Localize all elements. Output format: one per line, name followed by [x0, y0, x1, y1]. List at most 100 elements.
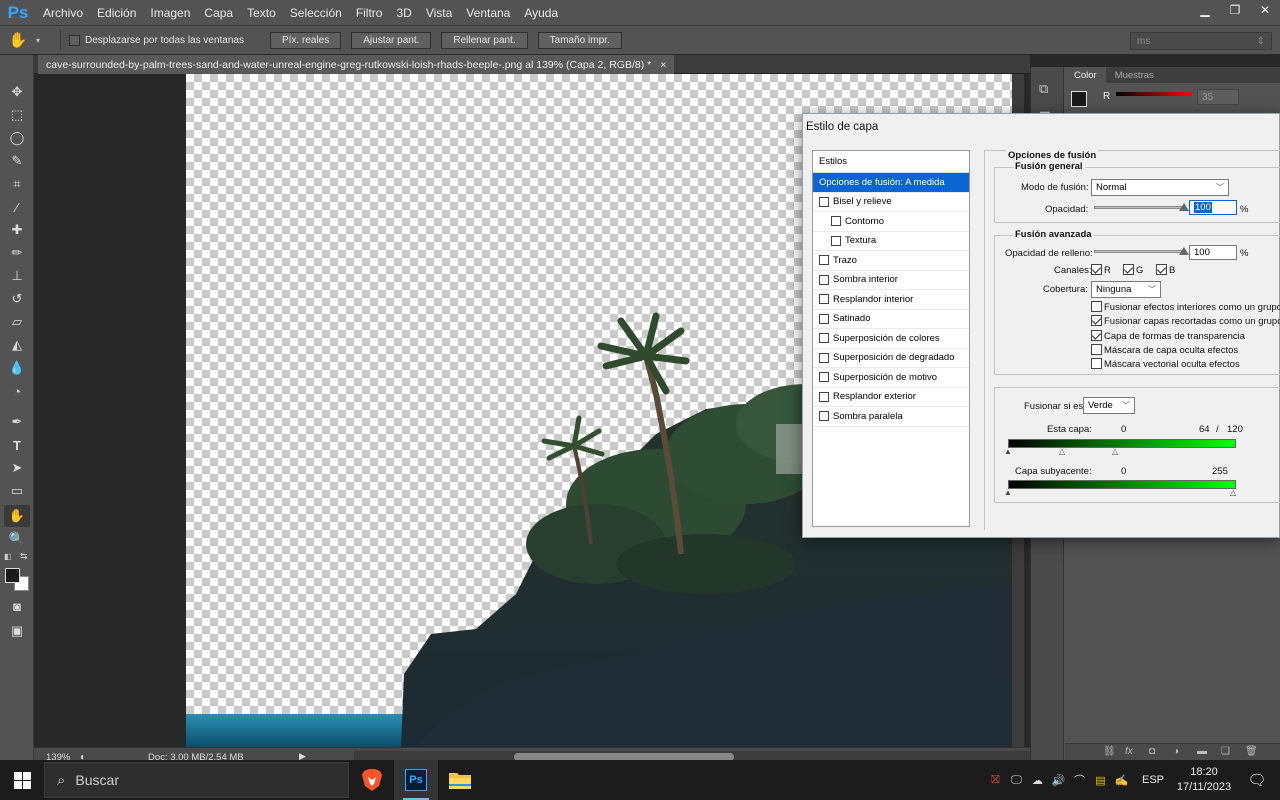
- workspace-select[interactable]: ms ⇕: [1130, 32, 1272, 50]
- style-item-11[interactable]: Resplandor exterior: [813, 388, 969, 407]
- file-explorer-icon[interactable]: [438, 760, 482, 800]
- this-layer-black-slider-icon[interactable]: ▲: [1004, 447, 1012, 456]
- rectangle-tool-icon[interactable]: ▭: [4, 480, 30, 502]
- style-checkbox-7[interactable]: [819, 313, 829, 324]
- menu-vista[interactable]: Vista: [419, 6, 459, 20]
- marquee-tool-icon[interactable]: ⬚: [4, 104, 30, 126]
- crop-tool-icon[interactable]: ⌗: [4, 173, 30, 195]
- quick-select-tool-icon[interactable]: ✎: [4, 150, 30, 172]
- opacity-slider-track[interactable]: [1094, 206, 1184, 209]
- menu-archivo[interactable]: Archivo: [36, 6, 90, 20]
- style-item-2[interactable]: Contorno: [813, 212, 969, 232]
- style-item-9[interactable]: Superposición de degradado: [813, 349, 969, 368]
- advanced-option-checkbox-0[interactable]: [1091, 301, 1102, 312]
- menu-texto[interactable]: Texto: [240, 6, 283, 20]
- healing-brush-tool-icon[interactable]: ✚: [4, 219, 30, 241]
- style-item-10[interactable]: Superposición de motivo: [813, 368, 969, 388]
- style-checkbox-4[interactable]: [819, 255, 829, 266]
- type-tool-icon[interactable]: T: [4, 434, 30, 456]
- style-checkbox-8[interactable]: [819, 333, 829, 344]
- eraser-tool-icon[interactable]: ▱: [4, 311, 30, 333]
- menu-seleccion[interactable]: Selección: [283, 6, 349, 20]
- panel-foreground-swatch[interactable]: [1071, 91, 1087, 107]
- style-item-8[interactable]: Superposición de colores: [813, 329, 969, 349]
- advanced-option-checkbox-2[interactable]: [1091, 329, 1102, 341]
- channel-r-checkbox[interactable]: [1091, 264, 1102, 275]
- underlying-gradient-bar[interactable]: [1008, 480, 1236, 489]
- style-checkbox-5[interactable]: [819, 274, 829, 285]
- minimize-icon[interactable]: ▁: [1190, 0, 1220, 20]
- brave-browser-icon[interactable]: [350, 760, 394, 800]
- option-button-1[interactable]: Ajustar pant.: [351, 31, 432, 49]
- style-item-6[interactable]: Resplandor interior: [813, 290, 969, 310]
- taskbar-clock[interactable]: 18:20 17/11/2023: [1174, 765, 1234, 795]
- paint-bucket-tool-icon[interactable]: ◭: [4, 334, 30, 356]
- fx-icon[interactable]: fx: [1125, 746, 1133, 757]
- display-tray-icon[interactable]: 🖵: [1006, 774, 1027, 787]
- style-checkbox-12[interactable]: [819, 411, 829, 422]
- foreground-color-swatch[interactable]: [5, 568, 20, 583]
- style-checkbox-1[interactable]: [819, 196, 829, 207]
- style-checkbox-3[interactable]: [831, 235, 841, 246]
- language-indicator[interactable]: ESP: [1142, 774, 1164, 786]
- fill-opacity-input[interactable]: 100: [1189, 245, 1237, 260]
- quick-mask-icon[interactable]: ◙: [4, 595, 30, 617]
- style-checkbox-6[interactable]: [819, 294, 829, 305]
- color-r-value[interactable]: 35: [1197, 89, 1239, 105]
- underlying-white-slider-icon[interactable]: △: [1230, 488, 1236, 497]
- default-colors-icon[interactable]: ◧: [4, 552, 12, 561]
- style-checkbox-10[interactable]: [819, 372, 829, 383]
- add-mask-icon[interactable]: ◘: [1149, 746, 1155, 757]
- restore-icon[interactable]: ❐: [1220, 0, 1250, 20]
- menu-capa[interactable]: Capa: [197, 6, 240, 20]
- menu-filtro[interactable]: Filtro: [349, 6, 390, 20]
- volume-icon[interactable]: 🔊: [1048, 774, 1069, 787]
- scroll-all-windows-checkbox[interactable]: [69, 34, 80, 46]
- pen-tool-icon[interactable]: ✒: [4, 411, 30, 433]
- color-r-slider[interactable]: [1116, 92, 1192, 96]
- underlying-black-slider-icon[interactable]: ▲: [1004, 488, 1012, 497]
- network-icon[interactable]: ⌒: [1069, 772, 1090, 788]
- style-item-0[interactable]: Opciones de fusión: A medida: [813, 173, 969, 193]
- menu-ayuda[interactable]: Ayuda: [517, 6, 565, 20]
- windows-start-icon[interactable]: [0, 760, 44, 800]
- move-tool-icon[interactable]: ✥: [4, 81, 30, 103]
- blend-if-select[interactable]: Verde ﹀: [1083, 397, 1135, 414]
- menu-3d[interactable]: 3D: [389, 6, 418, 20]
- style-checkbox-9[interactable]: [819, 352, 829, 363]
- security-tray-icon[interactable]: ⛝: [985, 774, 1006, 787]
- pen-tray-icon[interactable]: ✍: [1111, 774, 1132, 787]
- channel-g-checkbox[interactable]: [1123, 264, 1134, 275]
- tab-color[interactable]: Color: [1065, 67, 1106, 83]
- option-button-2[interactable]: Rellenar pant.: [441, 31, 528, 49]
- style-item-12[interactable]: Sombra paralela: [813, 407, 969, 427]
- tab-swatches[interactable]: Muestras: [1106, 67, 1163, 83]
- menu-edicion[interactable]: Edición: [90, 6, 143, 20]
- channel-b-checkbox[interactable]: [1156, 264, 1167, 275]
- style-item-1[interactable]: Bisel y relieve: [813, 193, 969, 212]
- eyedropper-tool-icon[interactable]: ⁄: [4, 196, 30, 218]
- swap-colors-icon[interactable]: ⇆: [20, 551, 28, 562]
- option-button-3[interactable]: Tamaño impr.: [537, 31, 622, 49]
- style-item-3[interactable]: Textura: [813, 232, 969, 251]
- advanced-option-checkbox-1[interactable]: [1091, 315, 1102, 327]
- menu-ventana[interactable]: Ventana: [459, 6, 517, 20]
- dodge-tool-icon[interactable]: ◔: [4, 380, 30, 402]
- this-layer-white-slider-right-icon[interactable]: △: [1112, 447, 1118, 456]
- link-layers-icon[interactable]: ⛓: [1103, 746, 1116, 757]
- blur-tool-icon[interactable]: 💧: [4, 357, 30, 379]
- clone-stamp-tool-icon[interactable]: ⊥: [4, 265, 30, 287]
- close-icon[interactable]: ✕: [1250, 0, 1280, 20]
- preset-chevron-icon[interactable]: ▾: [36, 36, 52, 45]
- this-layer-white-slider-left-icon[interactable]: △: [1059, 447, 1065, 456]
- opacity-input[interactable]: 100: [1189, 200, 1237, 215]
- delete-layer-icon[interactable]: 🗑: [1245, 746, 1258, 757]
- notifications-icon[interactable]: 🗨: [1234, 771, 1280, 789]
- hand-tool-icon[interactable]: ✋: [4, 505, 30, 527]
- cloud-tray-icon[interactable]: ☁: [1027, 774, 1048, 787]
- history-panel-icon[interactable]: ⧉: [1039, 81, 1048, 97]
- path-select-tool-icon[interactable]: ➤: [4, 457, 30, 479]
- advanced-option-checkbox-3[interactable]: [1091, 343, 1102, 355]
- fill-opacity-slider-thumb[interactable]: [1179, 247, 1189, 255]
- blend-mode-select[interactable]: Normal ﹀: [1091, 179, 1229, 196]
